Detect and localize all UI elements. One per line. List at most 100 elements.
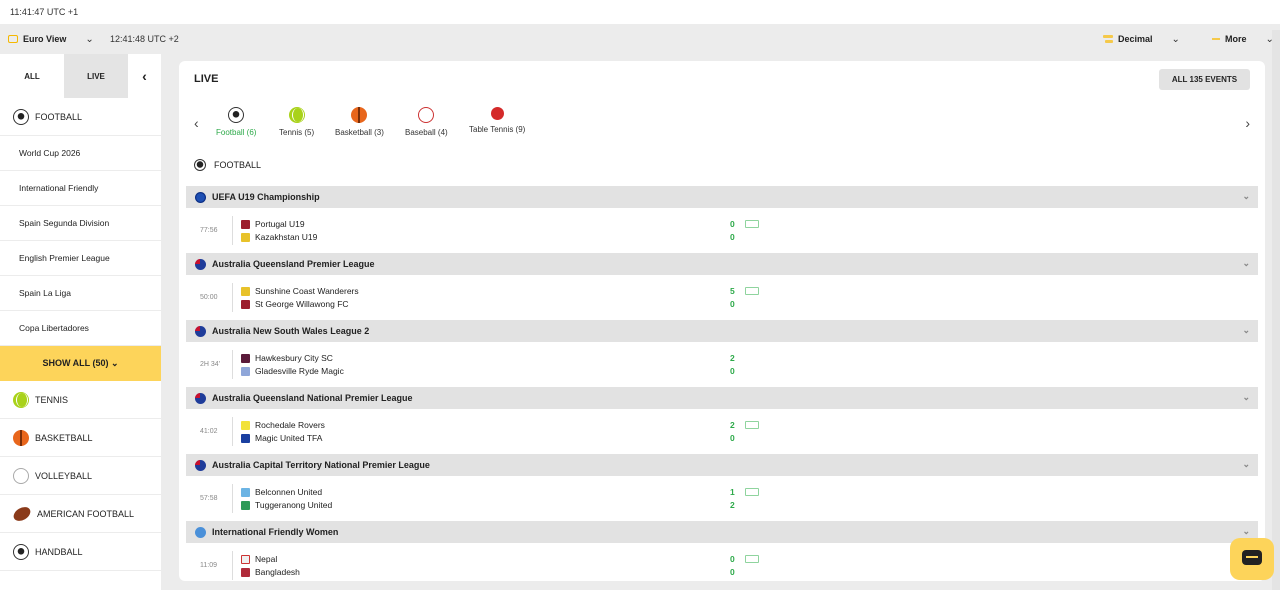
league-block: Australia New South Wales League 2 ⌄ 2H … [186, 320, 1258, 387]
league-header[interactable]: Australia Queensland National Premier Le… [186, 387, 1258, 409]
sidebar-item-basketball[interactable]: BASKETBALL [0, 419, 161, 457]
tennis-ball-icon [13, 391, 29, 408]
section-title: FOOTBALL [214, 160, 262, 170]
sport-tab-table-tennis[interactable]: Table Tennis (9) [469, 107, 525, 134]
sport-tab-baseball[interactable]: Baseball (4) [405, 107, 448, 137]
chevron-down-icon: ⌄ [1242, 191, 1250, 201]
team-away: Magic United TFA [241, 433, 322, 443]
stats-icon[interactable] [745, 287, 759, 295]
american-football-icon [11, 503, 33, 524]
sidebar-league[interactable]: Spain La Liga [0, 276, 161, 311]
show-all-button[interactable]: SHOW ALL (50) ⌄ [0, 346, 161, 381]
score-home: 0 [730, 219, 735, 229]
league-block: UEFA U19 Championship ⌄ 77:56 Portugal U… [186, 186, 1258, 253]
stats-icon[interactable] [745, 488, 759, 496]
league-header[interactable]: Australia Queensland Premier League ⌄ [186, 253, 1258, 275]
australia-flag-icon [195, 258, 206, 270]
sidebar-league[interactable]: Copa Libertadores [0, 311, 161, 346]
chevron-down-icon: ⌄ [1242, 258, 1250, 268]
shirt-icon [241, 299, 250, 309]
team-name: Gladesville Ryde Magic [255, 366, 344, 376]
league-name: Australia New South Wales League 2 [212, 326, 370, 336]
soccer-ball-icon [228, 107, 245, 123]
match-time: 2H 34' [200, 361, 221, 368]
score-home: 2 [730, 420, 735, 430]
sport-carousel: ‹ Football (6) Tennis (5) Basketball (3)… [189, 105, 1255, 145]
sidebar-item-handball[interactable]: HANDBALL [0, 533, 161, 571]
tab-live[interactable]: LIVE [64, 54, 128, 98]
australia-flag-icon [195, 392, 206, 404]
collapse-sidebar-button[interactable]: ‹ [128, 54, 161, 98]
sport-tab-label: Tennis (5) [279, 128, 315, 137]
sidebar-league[interactable]: English Premier League [0, 241, 161, 276]
carousel-next-button[interactable]: › [1245, 115, 1250, 131]
shirt-icon [241, 366, 250, 376]
tennis-ball-icon [288, 107, 305, 123]
league-name: Australia Capital Territory National Pre… [212, 460, 430, 470]
sport-tab-label: Football (6) [216, 128, 257, 137]
divider [232, 484, 233, 513]
sidebar-item-label: AMERICAN FOOTBALL [37, 508, 135, 519]
score-away: 0 [730, 567, 735, 577]
sidebar-league[interactable]: International Friendly [0, 171, 161, 206]
sidebar-league[interactable]: World Cup 2026 [0, 136, 161, 171]
score-away: 2 [730, 500, 735, 510]
team-name: Portugal U19 [255, 219, 305, 229]
league-block: Australia Queensland Premier League ⌄ 50… [186, 253, 1258, 320]
eu-flag-icon [195, 191, 206, 203]
league-block: Australia Queensland National Premier Le… [186, 387, 1258, 454]
sport-tab-basketball[interactable]: Basketball (3) [335, 107, 384, 137]
sidebar-item-tennis[interactable]: TENNIS [0, 381, 161, 419]
sidebar-item-football[interactable]: FOOTBALL [0, 98, 161, 136]
stats-icon[interactable] [745, 220, 759, 228]
sidebar-league[interactable]: Spain Segunda Division [0, 206, 161, 241]
team-name: Hawkesbury City SC [255, 353, 333, 363]
sport-tab-label: Baseball (4) [405, 128, 448, 137]
sport-tab-football[interactable]: Football (6) [216, 107, 256, 137]
team-home: Portugal U19 [241, 219, 305, 229]
page-scrollbar[interactable] [1272, 30, 1280, 590]
sidebar-item-american-football[interactable]: AMERICAN FOOTBALL [0, 495, 161, 533]
team-away: Tuggeranong United [241, 500, 332, 510]
more-menu[interactable]: More ⌄ [1212, 24, 1274, 54]
basketball-icon [13, 429, 29, 446]
match-row[interactable]: 41:02 Rochedale Rovers Magic United TFA … [186, 409, 1258, 454]
view-selector[interactable]: Euro View ⌄ [8, 24, 94, 54]
match-row[interactable]: 2H 34' Hawkesbury City SC Gladesville Ry… [186, 342, 1258, 387]
more-icon [1212, 38, 1220, 40]
tab-all[interactable]: ALL [0, 54, 64, 98]
league-header[interactable]: Australia New South Wales League 2 ⌄ [186, 320, 1258, 342]
match-row[interactable]: 11:09 Nepal Bangladesh 0 0 [186, 543, 1258, 581]
handball-icon [13, 543, 29, 560]
sport-tab-label: Basketball (3) [335, 128, 384, 137]
topbar: Euro View ⌄ 12:41:48 UTC +2 Decimal ⌄ Mo… [0, 24, 1280, 54]
match-row[interactable]: 57:58 Belconnen United Tuggeranong Unite… [186, 476, 1258, 521]
score-away: 0 [730, 366, 735, 376]
chat-button[interactable] [1230, 538, 1274, 580]
match-row[interactable]: 77:56 Portugal U19 Kazakhstan U19 0 0 [186, 208, 1258, 253]
sidebar-item-label: HANDBALL [35, 546, 83, 557]
league-block: Australia Capital Territory National Pre… [186, 454, 1258, 521]
sidebar-item-label: BASKETBALL [35, 432, 93, 443]
match-time: 57:58 [200, 495, 218, 502]
league-header[interactable]: UEFA U19 Championship ⌄ [186, 186, 1258, 208]
team-name: Bangladesh [255, 567, 300, 577]
all-events-button[interactable]: ALL 135 EVENTS [1159, 69, 1250, 90]
league-name: Australia Queensland National Premier Le… [212, 393, 413, 403]
chevron-down-icon: ⌄ [85, 33, 94, 45]
match-row[interactable]: 50:00 Sunshine Coast Wanderers St George… [186, 275, 1258, 320]
live-panel: LIVE ALL 135 EVENTS ‹ Football (6) Tenni… [179, 61, 1265, 581]
stats-icon[interactable] [745, 555, 759, 563]
shirt-icon [241, 554, 250, 564]
carousel-prev-button[interactable]: ‹ [194, 115, 199, 131]
sport-tab-tennis[interactable]: Tennis (5) [279, 107, 314, 137]
chevron-down-icon: ⌄ [1171, 33, 1180, 45]
stats-icon[interactable] [745, 421, 759, 429]
odds-format-selector[interactable]: Decimal ⌄ [1103, 24, 1180, 54]
score-away: 0 [730, 232, 735, 242]
score-home: 2 [730, 353, 735, 363]
sidebar-item-volleyball[interactable]: VOLLEYBALL [0, 457, 161, 495]
league-header[interactable]: Australia Capital Territory National Pre… [186, 454, 1258, 476]
score-home: 0 [730, 554, 735, 564]
league-header[interactable]: International Friendly Women ⌄ [186, 521, 1258, 543]
